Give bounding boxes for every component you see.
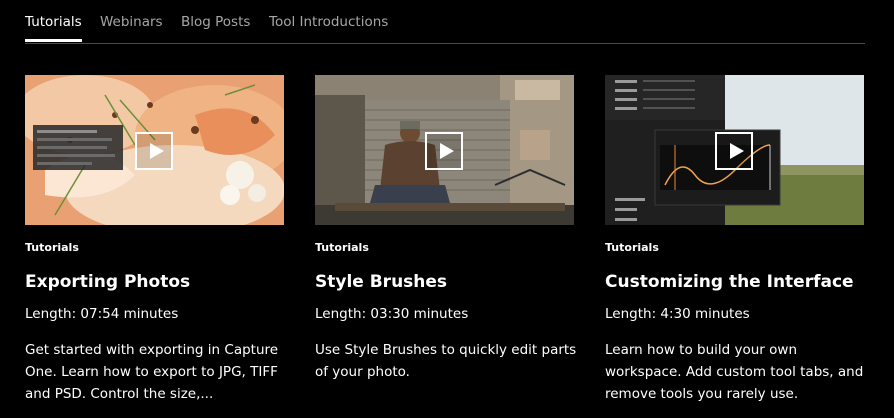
video-card-exporting-photos[interactable]: Tutorials Exporting Photos Length: 07:54… — [25, 75, 284, 415]
card-title[interactable]: Style Brushes — [315, 272, 447, 292]
card-description: Learn how to build your own workspace. A… — [605, 342, 864, 402]
video-card-style-brushes[interactable]: Tutorials Style Brushes Length: 03:30 mi… — [315, 75, 576, 415]
interface-panel-thumbnail[interactable] — [605, 75, 864, 225]
play-icon[interactable] — [715, 132, 753, 170]
card-title[interactable]: Customizing the Interface — [605, 272, 854, 292]
tab-tool-introductions[interactable]: Tool Introductions — [269, 13, 388, 41]
food-photo-thumbnail[interactable] — [25, 75, 284, 225]
tab-webinars[interactable]: Webinars — [100, 13, 163, 41]
card-description: Get started with exporting in Capture On… — [25, 342, 279, 402]
card-title[interactable]: Exporting Photos — [25, 272, 190, 292]
street-portrait-thumbnail[interactable] — [315, 75, 574, 225]
card-length: Length: 4:30 minutes — [605, 306, 750, 322]
tab-tutorials[interactable]: Tutorials — [25, 13, 82, 42]
card-category: Tutorials — [315, 241, 369, 254]
play-icon[interactable] — [135, 132, 173, 170]
card-category: Tutorials — [605, 241, 659, 254]
card-length: Length: 07:54 minutes — [25, 306, 179, 322]
card-length: Length: 03:30 minutes — [315, 306, 469, 322]
card-category: Tutorials — [25, 241, 79, 254]
content-tabs: Tutorials Webinars Blog Posts Tool Intro… — [25, 13, 865, 44]
tab-blog-posts[interactable]: Blog Posts — [181, 13, 250, 41]
card-description: Use Style Brushes to quickly edit parts … — [315, 342, 577, 380]
play-icon[interactable] — [425, 132, 463, 170]
video-card-customizing-interface[interactable]: Tutorials Customizing the Interface Leng… — [605, 75, 864, 415]
